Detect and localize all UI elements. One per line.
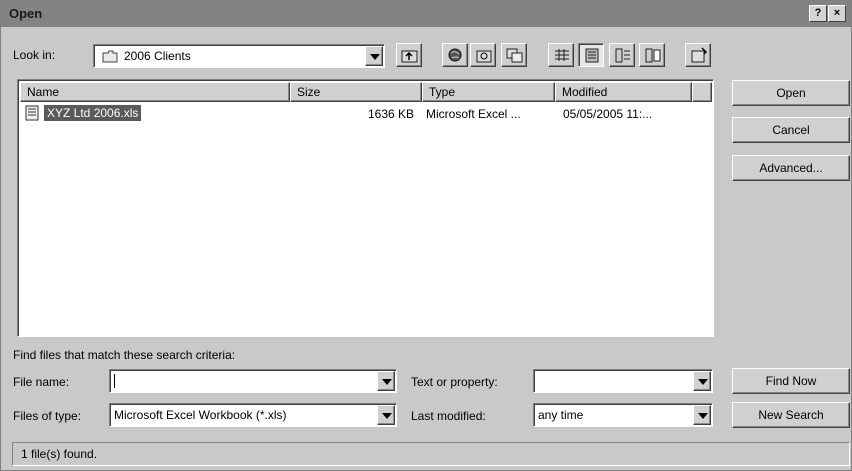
- excel-file-icon: [25, 105, 39, 121]
- preview-view-icon: [645, 48, 661, 63]
- file-size-cell: 1636 KB: [368, 107, 415, 121]
- text-property-label: Text or property:: [411, 375, 498, 389]
- column-header-size[interactable]: Size: [290, 82, 422, 102]
- chevron-down-icon: [382, 413, 392, 419]
- last-modified-value: any time: [538, 408, 584, 422]
- column-header-modified[interactable]: Modified: [555, 82, 692, 102]
- text-property-dropdown-button[interactable]: [693, 371, 711, 391]
- status-bar: 1 file(s) found.: [12, 442, 850, 466]
- last-modified-dropdown-button[interactable]: [693, 405, 711, 425]
- details-view-icon: [585, 48, 599, 63]
- search-web-button[interactable]: [442, 43, 468, 67]
- list-view-button[interactable]: [548, 43, 574, 67]
- file-name-dropdown-button[interactable]: [377, 371, 395, 391]
- up-folder-button[interactable]: [396, 43, 422, 67]
- title-bar[interactable]: Open ? ×: [1, 1, 851, 27]
- chevron-down-icon: [698, 379, 708, 385]
- file-name-label: File name:: [13, 375, 70, 389]
- details-view-button[interactable]: [578, 43, 604, 67]
- file-list[interactable]: Name Size Type Modified XYZ Ltd 2006.xls…: [17, 79, 714, 337]
- last-modified-combo[interactable]: any time: [533, 403, 713, 427]
- advanced-button[interactable]: Advanced...: [732, 155, 850, 181]
- commands-button[interactable]: [685, 43, 711, 67]
- properties-view-button[interactable]: [609, 43, 635, 67]
- column-header-filler: [692, 82, 712, 102]
- help-button[interactable]: ?: [809, 5, 827, 22]
- folder-icon: [102, 50, 118, 63]
- cancel-button[interactable]: Cancel: [732, 117, 850, 143]
- properties-view-icon: [615, 48, 630, 63]
- column-header-type[interactable]: Type: [422, 82, 555, 102]
- files-of-type-dropdown-button[interactable]: [377, 405, 395, 425]
- new-folder-icon: [476, 50, 492, 63]
- file-modified-cell: 05/05/2005 11:...: [563, 107, 653, 121]
- new-search-button[interactable]: New Search: [732, 402, 850, 428]
- text-property-combo[interactable]: [533, 369, 713, 393]
- preview-view-button[interactable]: [639, 43, 665, 67]
- look-in-value: 2006 Clients: [124, 49, 191, 63]
- file-type-cell: Microsoft Excel ...: [426, 107, 521, 121]
- status-text: 1 file(s) found.: [21, 447, 98, 461]
- window-title: Open: [9, 6, 43, 21]
- look-in-label: Look in:: [13, 48, 56, 62]
- table-row[interactable]: XYZ Ltd 2006.xls 1636 KB Microsoft Excel…: [22, 104, 702, 124]
- commands-icon: [691, 47, 708, 63]
- text-cursor: [114, 374, 115, 388]
- last-modified-label: Last modified:: [411, 409, 486, 423]
- file-name-cell[interactable]: XYZ Ltd 2006.xls: [44, 105, 142, 121]
- copy-folder-icon: [506, 48, 523, 63]
- find-now-button[interactable]: Find Now: [732, 368, 850, 394]
- up-folder-icon: [401, 50, 418, 63]
- file-name-combo[interactable]: [109, 369, 397, 393]
- close-button[interactable]: ×: [828, 5, 846, 22]
- list-view-icon: [555, 49, 569, 61]
- column-header-name[interactable]: Name: [20, 82, 290, 102]
- files-of-type-combo[interactable]: Microsoft Excel Workbook (*.xls): [109, 403, 397, 427]
- look-in-dropdown-button[interactable]: [365, 46, 383, 66]
- new-folder-button[interactable]: [470, 43, 496, 67]
- search-web-icon: [448, 48, 462, 62]
- look-in-combo[interactable]: 2006 Clients: [93, 44, 385, 68]
- open-dialog: Open ? × Look in: 2006 Clients Name Size…: [0, 0, 852, 471]
- chevron-down-icon: [382, 379, 392, 385]
- files-of-type-value: Microsoft Excel Workbook (*.xls): [114, 408, 287, 422]
- open-button[interactable]: Open: [732, 80, 850, 106]
- chevron-down-icon: [370, 54, 380, 60]
- search-criteria-heading: Find files that match these search crite…: [13, 348, 236, 362]
- chevron-down-icon: [698, 413, 708, 419]
- files-of-type-label: Files of type:: [13, 409, 82, 423]
- copy-folder-button[interactable]: [501, 43, 527, 67]
